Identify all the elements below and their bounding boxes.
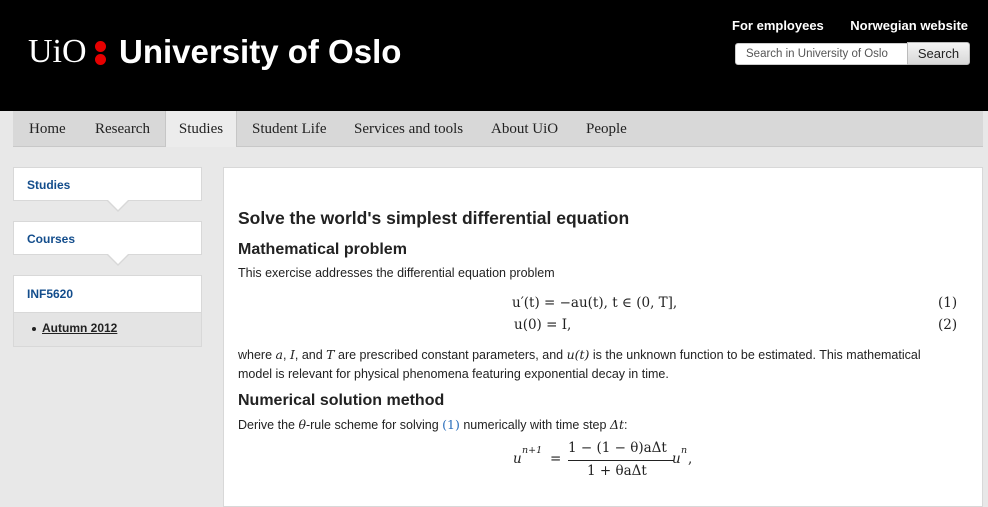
para-text: is the unknown function to be estimated.… bbox=[589, 348, 921, 362]
scheme-rhs-sup: n bbox=[681, 445, 688, 456]
para-text: Derive the bbox=[238, 418, 299, 432]
breadcrumb-studies-link[interactable]: Studies bbox=[27, 178, 70, 192]
nav-about-uio[interactable]: About UiO bbox=[491, 111, 558, 147]
semester-item: Autumn 2012 bbox=[32, 321, 117, 335]
scheme-equals: = bbox=[550, 451, 562, 467]
section-heading-math: Mathematical problem bbox=[238, 241, 407, 258]
equation-2-number: (2) bbox=[938, 317, 958, 333]
university-name[interactable]: University of Oslo bbox=[119, 32, 401, 72]
course-box: INF5620 Autumn 2012 bbox=[13, 275, 202, 347]
equation-2: u(0) = I, bbox=[514, 317, 572, 333]
breadcrumb-studies: Studies bbox=[13, 167, 202, 212]
semester-link[interactable]: Autumn 2012 bbox=[42, 321, 117, 335]
scheme-numerator: 1 − (1 − θ)aΔt bbox=[568, 440, 667, 456]
uio-logo-text[interactable]: UiO bbox=[28, 33, 87, 71]
section-heading-numerical: Numerical solution method bbox=[238, 392, 445, 409]
equation-1-reference-link[interactable]: (1) bbox=[442, 417, 460, 432]
para-text: where bbox=[238, 348, 276, 362]
para-text: model is relevant for physical phenomena… bbox=[238, 367, 669, 381]
para-text: are prescribed constant parameters, and bbox=[334, 348, 567, 362]
fraction-bar bbox=[568, 460, 674, 461]
logo-dots-icon bbox=[95, 40, 107, 66]
description-paragraph: where a, I, and T are prescribed constan… bbox=[238, 345, 973, 384]
scheme-lhs: u bbox=[513, 451, 522, 467]
top-links: For employees Norwegian website bbox=[710, 17, 968, 35]
site-header: UiO University of Oslo For employees Nor… bbox=[0, 0, 988, 111]
page-title: Solve the world's simplest differential … bbox=[238, 208, 630, 228]
breadcrumb-arrow-icon bbox=[106, 199, 130, 212]
search-button[interactable]: Search bbox=[907, 42, 970, 65]
para-text: , bbox=[282, 348, 290, 362]
var-t: T bbox=[326, 347, 335, 362]
intro-text: This exercise addresses the differential… bbox=[238, 266, 555, 280]
breadcrumb-courses-link[interactable]: Courses bbox=[27, 232, 75, 246]
scheme-denominator: 1 + θaΔt bbox=[587, 463, 647, 479]
main-content: Solve the world's simplest differential … bbox=[223, 167, 983, 507]
breadcrumb-arrow-icon bbox=[106, 253, 130, 266]
var-a: a bbox=[275, 347, 283, 362]
scheme-lhs-sup: n+1 bbox=[522, 445, 543, 456]
var-delta-t: Δt bbox=[609, 417, 624, 432]
nav-student-life[interactable]: Student Life bbox=[252, 111, 327, 147]
main-nav: Home Research Studies Student Life Servi… bbox=[13, 111, 983, 147]
nav-studies[interactable]: Studies bbox=[165, 111, 237, 147]
search-input[interactable] bbox=[735, 43, 912, 65]
nav-research[interactable]: Research bbox=[95, 111, 150, 147]
equation-1: u′(t) = −au(t), t ∈ (0, T], bbox=[512, 295, 678, 311]
para-text: numerically with time step bbox=[459, 418, 610, 432]
method-paragraph: Derive the θ-rule scheme for solving (1)… bbox=[238, 415, 627, 435]
nav-services-and-tools[interactable]: Services and tools bbox=[354, 111, 463, 147]
bullet-icon bbox=[32, 326, 36, 331]
for-employees-link[interactable]: For employees bbox=[732, 18, 824, 33]
equation-1-number: (1) bbox=[938, 295, 958, 311]
para-text: , and bbox=[294, 348, 327, 362]
para-text: -rule scheme for solving bbox=[305, 418, 443, 432]
course-link[interactable]: INF5620 bbox=[27, 287, 73, 301]
para-text: : bbox=[624, 418, 628, 432]
nav-people[interactable]: People bbox=[586, 111, 627, 147]
scheme-comma: , bbox=[688, 451, 693, 467]
nav-home[interactable]: Home bbox=[29, 111, 66, 147]
norwegian-website-link[interactable]: Norwegian website bbox=[850, 18, 968, 33]
breadcrumb-courses: Courses bbox=[13, 221, 202, 266]
var-u-of-t: u(t) bbox=[566, 347, 590, 362]
scheme-rhs: u bbox=[672, 451, 681, 467]
course-title: INF5620 bbox=[14, 276, 201, 313]
var-theta: θ bbox=[298, 417, 306, 432]
